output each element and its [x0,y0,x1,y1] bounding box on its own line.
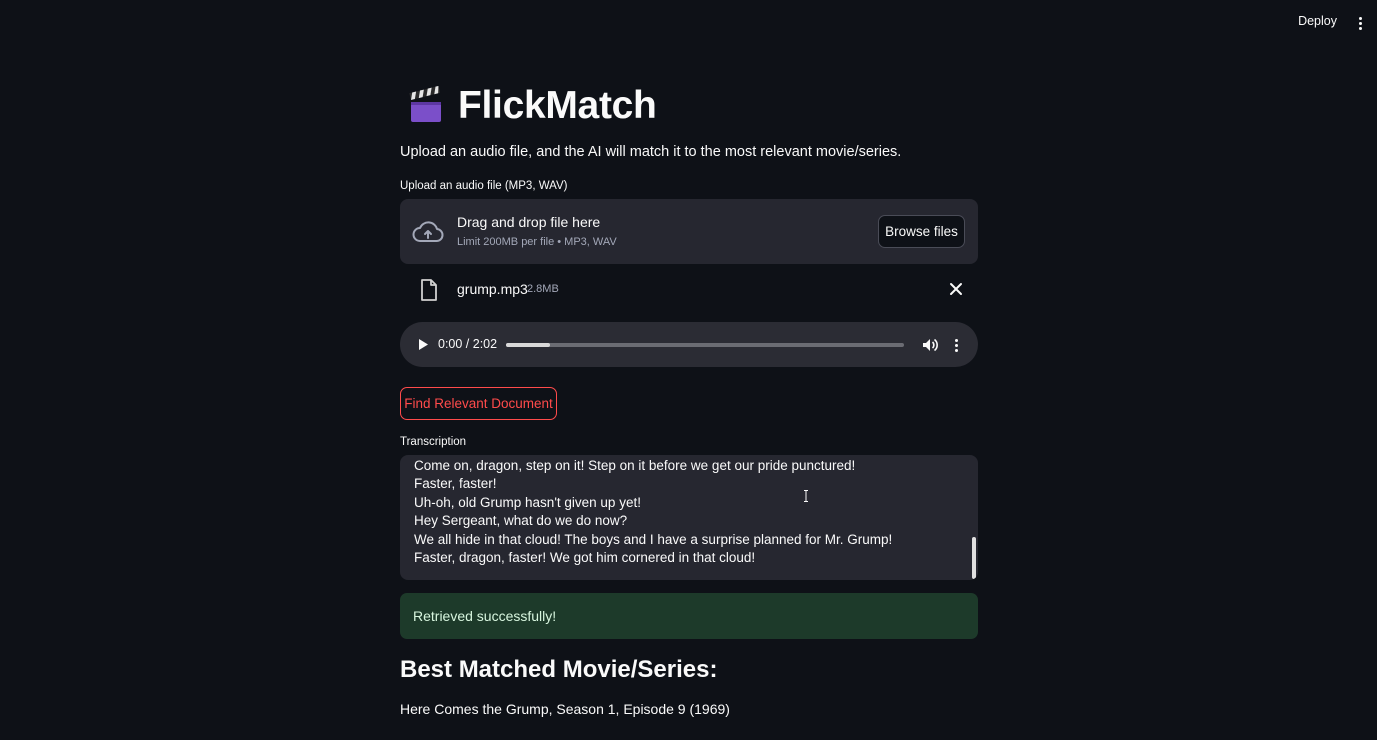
transcription-line: Faster, faster! [414,476,497,492]
audio-options-icon[interactable] [949,336,963,354]
uploader-label: Upload an audio file (MP3, WAV) [400,180,568,192]
result-heading: Best Matched Movie/Series: [400,656,718,683]
dropzone-instructions: Drag and drop file here [457,214,601,230]
success-message: Retrieved successfully! [413,608,557,624]
top-bar: Deploy [0,0,1377,46]
text-cursor-icon [804,490,808,502]
file-dropzone[interactable]: Drag and drop file here Limit 200MB per … [400,199,978,264]
transcription-label: Transcription [400,436,467,448]
audio-seek-bar[interactable] [506,343,904,347]
cloud-upload-icon [412,221,444,242]
app-subtitle: Upload an audio file, and the AI will ma… [400,144,902,160]
transcription-scrollbar[interactable] [972,537,976,579]
transcription-line: Hey Sergeant, what do we do now? [414,513,628,529]
audio-time: 0:00 / 2:02 [438,337,498,351]
title-row: FlickMatch [406,84,657,128]
find-relevant-document-button[interactable]: Find Relevant Document [400,387,557,420]
success-alert: Retrieved successfully! [400,593,978,639]
browse-files-button[interactable]: Browse files [878,215,965,248]
transcription-text: Come on, dragon, step on it! Step on it … [414,457,892,567]
matched-title: Here Comes the Grump, Season 1, Episode … [400,701,730,717]
transcription-textarea[interactable]: Come on, dragon, step on it! Step on it … [400,455,978,580]
deploy-button[interactable]: Deploy [1298,14,1337,28]
uploaded-file: grump.mp3 2.8MB [400,272,978,308]
dropzone-limit: Limit 200MB per file • MP3, WAV [457,236,617,248]
file-name: grump.mp3 [457,281,528,297]
transcription-line: Uh-oh, old Grump hasn't given up yet! [414,494,641,510]
transcription-line: Come on, dragon, step on it! Step on it … [414,458,856,473]
main-menu-icon[interactable] [1353,12,1367,34]
app-title: FlickMatch [458,84,657,127]
transcription-line: We all hide in that cloud! The boys and … [414,531,893,547]
audio-buffered-fill [506,343,550,347]
transcription-line: Faster, dragon, faster! We got him corne… [414,550,756,566]
clapperboard-icon [409,86,441,122]
file-size: 2.8MB [527,283,559,295]
file-icon [421,279,437,301]
volume-icon[interactable] [921,336,939,354]
audio-player: 0:00 / 2:02 [400,322,978,367]
play-icon[interactable] [417,338,429,351]
remove-file-icon[interactable] [946,279,966,299]
